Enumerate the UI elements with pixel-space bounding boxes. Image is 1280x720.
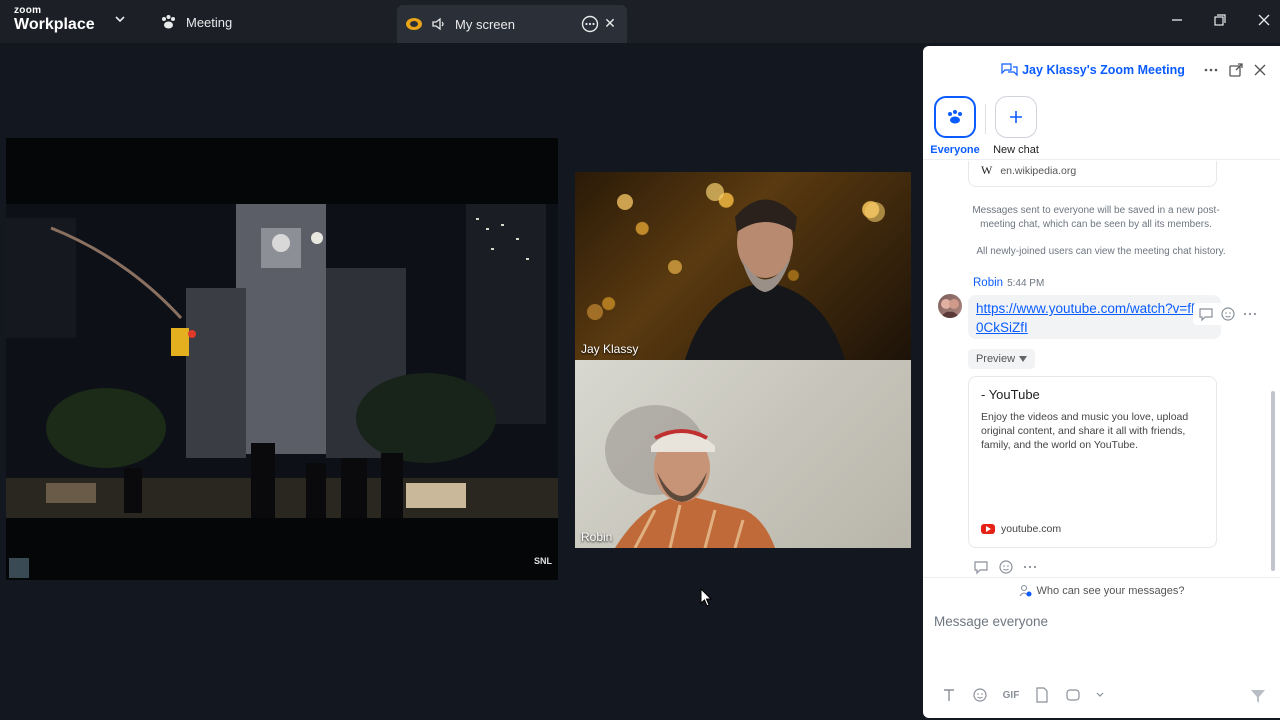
close-chat-icon[interactable]	[1252, 62, 1268, 78]
pop-out-icon[interactable]	[1228, 62, 1244, 78]
tab-everyone[interactable]: Everyone	[925, 96, 985, 156]
group-paw-icon	[948, 110, 962, 124]
emoji-icon[interactable]	[971, 686, 989, 704]
emoji-reaction-icon[interactable]	[1220, 306, 1236, 322]
chat-title: Jay Klassy's Zoom Meeting	[978, 62, 1208, 77]
preview-toggle-label: Preview	[975, 353, 1016, 365]
earlier-link-site: en.wikipedia.org	[1000, 164, 1077, 177]
avatar[interactable]	[938, 294, 962, 318]
message-time: 5:44 PM	[1007, 278, 1045, 289]
message-sender: Robin 5:44 PM	[973, 277, 1044, 289]
participant-video	[587, 183, 885, 360]
link-preview-card[interactable]: - YouTube Enjoy the videos and music you…	[968, 376, 1217, 548]
tab-my-screen[interactable]: My screen ✕	[397, 5, 627, 43]
chat-scrollbar[interactable]	[1271, 391, 1275, 571]
message-input[interactable]	[934, 610, 1264, 632]
participant-tile-jay-klassy[interactable]: Jay Klassy	[575, 172, 911, 360]
file-glyph	[1036, 687, 1048, 703]
more-options-icon[interactable]	[581, 15, 599, 33]
title-bar: zoom Workplace Meeting My screen ✕	[0, 0, 1280, 43]
meeting-paw-icon	[162, 15, 175, 29]
tab-meeting[interactable]: Meeting	[160, 4, 232, 40]
plus-icon	[1010, 111, 1022, 123]
more-options-icon[interactable]	[1242, 306, 1258, 322]
message-link[interactable]: https://www.youtube.com/watch?v=fFO0CkSi…	[968, 295, 1221, 339]
caret-down-icon	[1019, 356, 1028, 362]
message-visibility-text: Who can see your messages?	[1036, 584, 1185, 597]
chevron-glyph	[1096, 692, 1104, 697]
send-icon[interactable]	[1250, 688, 1266, 704]
text-format-glyph	[944, 689, 954, 701]
preview-description: Enjoy the videos and music you love, upl…	[981, 411, 1189, 451]
brand-zoom-text: zoom	[14, 5, 42, 16]
preview-site: youtube.com	[981, 523, 1061, 535]
preview-site-label: youtube.com	[1001, 523, 1062, 535]
zoom-app-window: zoom Workplace Meeting My screen ✕ SNL J…	[0, 0, 1280, 720]
earlier-link-preview[interactable]: W en.wikipedia.org	[968, 161, 1217, 187]
everyone-avatar	[934, 96, 976, 138]
chat-header: Jay Klassy's Zoom Meeting	[923, 46, 1280, 96]
composer-toolbar: GIF	[940, 686, 1105, 704]
participant-video	[605, 405, 775, 548]
message-hover-actions	[1193, 303, 1263, 325]
tab-my-screen-label: My screen	[455, 16, 515, 32]
tab-meeting-label: Meeting	[186, 14, 233, 30]
wikipedia-icon: W	[981, 163, 993, 177]
message-footer-actions	[973, 559, 1037, 575]
close-tab-icon[interactable]: ✕	[603, 16, 617, 30]
tab-new-chat[interactable]: New chat	[986, 96, 1046, 156]
more-options-icon[interactable]	[1203, 62, 1219, 78]
person-visibility-icon	[1019, 584, 1032, 597]
brand-workplace-text: Workplace	[14, 16, 95, 33]
participant-tile-robin[interactable]: Robin	[575, 360, 911, 548]
screenshot-glyph	[1066, 689, 1080, 701]
speaker-icon	[432, 17, 444, 31]
reply-icon[interactable]	[973, 559, 989, 575]
participant-name: Robin	[581, 530, 613, 544]
close-window-icon[interactable]	[1254, 10, 1274, 30]
tab-new-chat-label: New chat	[993, 144, 1039, 156]
system-message: Messages sent to everyone will be saved …	[972, 205, 1220, 230]
screenshot-icon[interactable]	[1064, 686, 1082, 704]
chat-tabs: Everyone New chat	[923, 96, 1280, 160]
tab-everyone-label: Everyone	[930, 144, 980, 156]
message-composer: GIF	[923, 604, 1280, 718]
video-watermark: SNL	[534, 556, 552, 566]
participant-name: Jay Klassy	[581, 342, 639, 356]
file-attach-icon[interactable]	[1033, 686, 1051, 704]
restore-icon[interactable]	[1210, 10, 1230, 30]
preview-title: - YouTube	[981, 387, 1040, 402]
shared-video-frame	[6, 138, 558, 580]
emoji-reaction-icon[interactable]	[998, 559, 1014, 575]
mouse-cursor-icon	[700, 588, 713, 607]
emoji-glyph	[973, 688, 987, 702]
preview-toggle-button[interactable]: Preview	[968, 349, 1035, 369]
chevron-down-icon[interactable]	[113, 12, 127, 26]
chat-message-list[interactable]: W en.wikipedia.org Messages sent to ever…	[923, 161, 1280, 577]
sender-name[interactable]: Robin	[973, 277, 1003, 289]
meeting-chat-panel: Jay Klassy's Zoom Meeting Everyone New c…	[923, 46, 1280, 718]
minimize-icon[interactable]	[1167, 10, 1187, 30]
text-format-icon[interactable]	[940, 686, 958, 704]
more-options-icon[interactable]	[1023, 560, 1037, 574]
shared-screen-video: SNL	[6, 138, 558, 580]
chat-title-text: Jay Klassy's Zoom Meeting	[1022, 62, 1185, 77]
message-visibility-link[interactable]: Who can see your messages?	[923, 577, 1280, 603]
gif-button[interactable]: GIF	[1002, 686, 1020, 704]
new-chat-button[interactable]	[995, 96, 1037, 138]
chevron-down-icon[interactable]	[1095, 686, 1105, 704]
share-app-icon	[406, 18, 422, 30]
youtube-icon	[981, 524, 995, 534]
zoom-workplace-logo[interactable]: zoom Workplace	[14, 6, 95, 34]
system-message: All newly-joined users can view the meet…	[976, 246, 1226, 257]
reply-icon[interactable]	[1198, 306, 1214, 322]
chat-bubbles-icon	[1001, 63, 1018, 77]
avatar-image	[940, 299, 960, 318]
